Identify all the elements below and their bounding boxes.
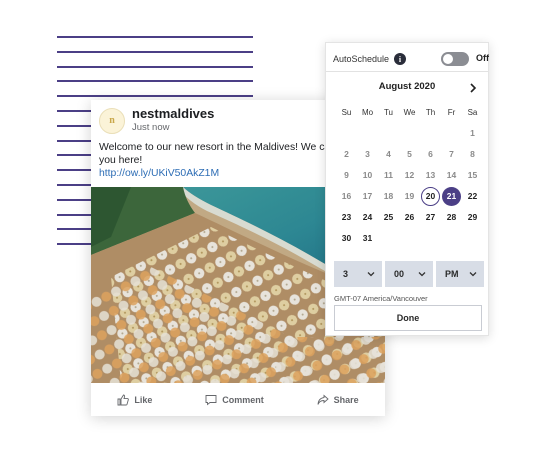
- hour-value: 3: [343, 269, 349, 279]
- calendar-day[interactable]: 19: [400, 187, 419, 206]
- share-icon: [317, 394, 329, 405]
- calendar-day[interactable]: 30: [337, 229, 356, 248]
- minute-select[interactable]: 00: [385, 261, 433, 287]
- calendar-week-row: 30 31: [336, 228, 483, 249]
- calendar-day[interactable]: 5: [400, 145, 419, 164]
- weekday-label: Fr: [447, 108, 456, 117]
- calendar-day[interactable]: 18: [379, 187, 398, 206]
- calendar-week-row: 23 24 25 26 27 28 29: [336, 207, 483, 228]
- time-picker: 3 00 PM: [334, 261, 484, 287]
- author-name[interactable]: nestmaldives: [132, 107, 214, 121]
- calendar-day[interactable]: 1: [463, 124, 482, 143]
- post-actions: Like Comment Share: [91, 387, 385, 413]
- calendar-day[interactable]: 27: [421, 208, 440, 227]
- calendar-week-row: 2345678: [336, 144, 483, 165]
- comment-button[interactable]: Comment: [205, 394, 264, 406]
- calendar-day[interactable]: 13: [421, 166, 440, 185]
- autoschedule-toggle[interactable]: [441, 52, 469, 66]
- calendar-day[interactable]: 6: [421, 145, 440, 164]
- month-title: August 2020: [378, 81, 436, 92]
- calendar-day-selected[interactable]: 21: [442, 187, 461, 206]
- done-label: Done: [396, 313, 420, 323]
- calendar-day[interactable]: 7: [442, 145, 461, 164]
- decorative-line: [57, 95, 253, 98]
- post-timestamp: Just now: [132, 122, 170, 133]
- next-month-button[interactable]: [467, 81, 479, 95]
- calendar-day[interactable]: 23: [337, 208, 356, 227]
- info-glyph: i: [398, 54, 402, 64]
- chevron-down-icon: [367, 272, 375, 277]
- weekday-label: Su: [341, 108, 352, 117]
- ampm-value: PM: [445, 269, 459, 279]
- calendar-day[interactable]: 31: [358, 229, 377, 248]
- calendar-day[interactable]: 8: [463, 145, 482, 164]
- calendar-day[interactable]: 4: [379, 145, 398, 164]
- decorative-line: [57, 36, 253, 38]
- autoschedule-row: AutoSchedule i Off: [333, 51, 489, 67]
- calendar-day[interactable]: 15: [463, 166, 482, 185]
- chevron-right-icon: [470, 83, 477, 93]
- chevron-down-icon: [469, 272, 477, 277]
- decorative-line: [57, 65, 253, 68]
- calendar-day[interactable]: 12: [400, 166, 419, 185]
- autoschedule-label: AutoSchedule: [333, 54, 390, 64]
- comment-label: Comment: [222, 395, 264, 405]
- calendar-week-row: 1: [336, 123, 483, 144]
- share-label: Share: [333, 395, 359, 405]
- calendar-day[interactable]: 11: [379, 166, 398, 185]
- calendar-week-row: 16 17 18 19 20 21 22: [336, 186, 483, 207]
- calendar-day[interactable]: 9: [337, 166, 356, 185]
- divider: [326, 71, 488, 72]
- calendar-day[interactable]: 22: [463, 187, 482, 206]
- timezone-label: GMT-07 America/Vancouver: [334, 294, 428, 303]
- comment-icon: [205, 395, 217, 406]
- weekday-label: Th: [425, 108, 436, 117]
- calendar-day[interactable]: 28: [442, 208, 461, 227]
- thumbs-up-icon: [117, 394, 130, 406]
- month-header: August 2020: [326, 81, 488, 95]
- info-icon[interactable]: i: [394, 53, 407, 65]
- weekday-label: Tu: [383, 108, 394, 117]
- weekday-label: Sa: [467, 108, 478, 117]
- hour-select[interactable]: 3: [334, 261, 382, 287]
- toggle-knob: [443, 54, 453, 64]
- post-header: n nestmaldives Just now: [99, 107, 214, 134]
- share-button[interactable]: Share: [317, 394, 359, 406]
- calendar-weeks: 1 2 3 4 5 6 7 8 9 10 11 12 13 14 15 16 17 18 19 20 21 22 23 24 2…: [336, 123, 483, 249]
- weekday-label: Mo: [361, 108, 374, 117]
- calendar-day[interactable]: 25: [379, 208, 398, 227]
- schedule-panel: AutoSchedule i Off August 2020 Su Mo Tu We T…: [325, 42, 489, 336]
- calendar-day[interactable]: 24: [358, 208, 377, 227]
- calendar-day[interactable]: 26: [400, 208, 419, 227]
- calendar-day[interactable]: 16: [337, 187, 356, 206]
- calendar-day-today[interactable]: 20: [421, 187, 440, 206]
- toggle-state-label: Off: [476, 53, 489, 63]
- calendar-day[interactable]: 3: [358, 145, 377, 164]
- calendar-day[interactable]: 17: [358, 187, 377, 206]
- weekday-header-row: Su Mo Tu We Th Fr Sa: [336, 102, 483, 123]
- calendar-day[interactable]: 10: [358, 166, 377, 185]
- calendar-week-row: 9 10 11 12 13 14 15: [336, 165, 483, 186]
- done-button[interactable]: Done: [334, 305, 482, 331]
- avatar-initial: n: [109, 115, 115, 126]
- like-label: Like: [134, 395, 153, 405]
- calendar-grid: Su Mo Tu We Th Fr Sa 1 2 3 4 5 6 7 8 9 10 11 12 13 14 15 16 17…: [336, 102, 483, 249]
- weekday-label: We: [403, 108, 416, 117]
- chevron-down-icon: [418, 272, 426, 277]
- like-button[interactable]: Like: [117, 394, 152, 406]
- minute-value: 00: [394, 269, 405, 279]
- ampm-select[interactable]: PM: [436, 261, 484, 287]
- decorative-line: [57, 50, 253, 53]
- decorative-line: [57, 80, 253, 83]
- avatar[interactable]: n: [99, 107, 125, 134]
- calendar-day[interactable]: 2: [337, 145, 356, 164]
- calendar-day[interactable]: 29: [463, 208, 482, 227]
- calendar-day[interactable]: 14: [442, 166, 461, 185]
